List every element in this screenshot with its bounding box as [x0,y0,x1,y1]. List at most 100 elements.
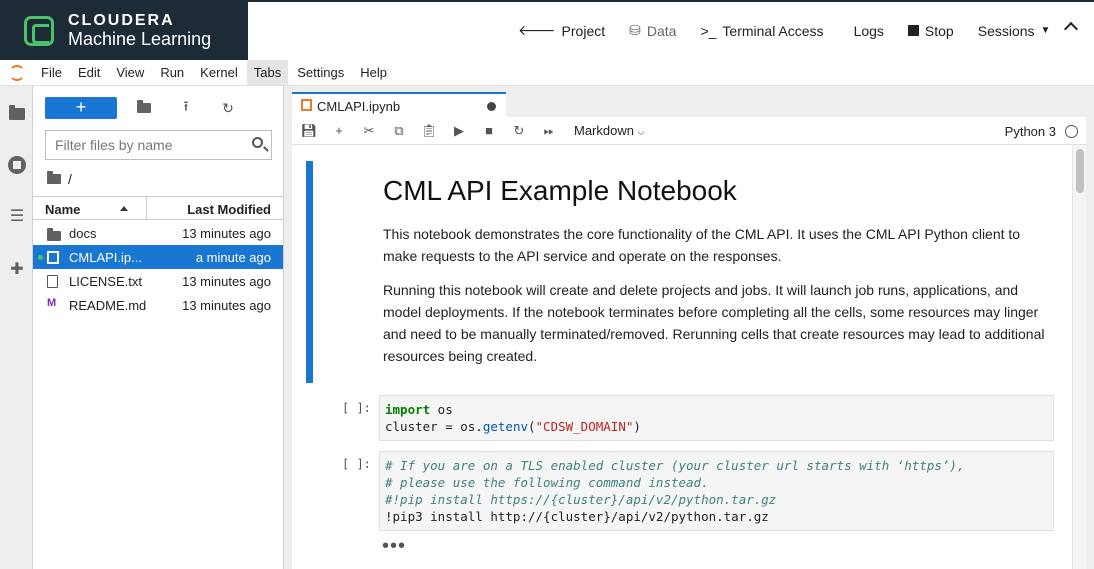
terminal-label: Terminal Access [722,22,824,39]
code-token: #!pip install https://{cluster}/api/v2/p… [385,492,777,507]
project-label: Project [561,22,606,39]
brand-product: Machine Learning [68,28,212,49]
cell-type-select[interactable]: Markdown ⌵ [574,123,644,138]
scrollbar-thumb[interactable] [1076,149,1084,193]
command-palette-icon[interactable]: ☰ [8,208,26,226]
warning-paragraph: Running this notebook will create and de… [383,282,1045,364]
file-name: docs [69,226,97,241]
code-cell-2[interactable]: # If you are on a TLS enabled cluster (y… [379,451,1054,531]
restart-icon[interactable]: ↻ [510,123,528,139]
cloudera-logo-icon [24,16,54,46]
terminal-icon: >_ [700,22,717,39]
notebook-scrollbar[interactable] [1072,145,1086,569]
menu-view[interactable]: View [109,60,151,85]
file-name: README.md [69,298,147,313]
main-area: CMLAPI.ipynb 💾︎ + ✂ ⧉ 📋︎ ▶ ■ ↻ ⏩︎ Markdo… [284,86,1094,569]
file-row-readme[interactable]: M README.md 13 minutes ago [33,293,283,317]
file-row-cmlapi[interactable]: CMLAPI.ip... a minute ago [33,245,283,269]
code-token: getenv [482,419,528,434]
file-name: LICENSE.txt [69,274,142,289]
notebook-icon [301,99,312,111]
column-name[interactable]: Name [45,202,80,217]
logs-label: Logs [853,22,884,39]
upload-icon[interactable]: ⭱ [171,96,201,120]
arrow-left-icon: 🡐 [518,22,556,38]
sort-asc-icon [120,206,128,211]
sessions-label: Sessions [977,22,1035,39]
session-nav: 🡐 Project ⛁ Data >_ Terminal Access Logs St… [518,22,1080,39]
running-indicator [38,255,43,260]
tab-cmlapi-notebook[interactable]: CMLAPI.ipynb [292,92,506,117]
new-launcher-button[interactable]: + [45,97,117,119]
file-row-license[interactable]: LICENSE.txt 13 minutes ago [33,269,283,293]
paste-icon[interactable]: 📋︎ [420,123,438,139]
tab-label: CMLAPI.ipynb [317,99,401,114]
file-list-header: Name Last Modified [33,196,283,220]
insert-cell-icon[interactable]: + [330,123,348,138]
filter-files-input[interactable]: Filter files by name [45,130,272,160]
logs-button[interactable]: Logs [854,22,884,39]
file-name: CMLAPI.ip... [69,250,142,265]
kernel-name[interactable]: Python 3 [1005,124,1056,139]
notebook-toolbar: 💾︎ + ✂ ⧉ 📋︎ ▶ ■ ↻ ⏩︎ Markdown ⌵ Python 3 [292,117,1086,145]
code-cell-1[interactable]: import os cluster = os.getenv("CDSW_DOMA… [379,395,1054,441]
breadcrumb[interactable]: / [47,171,72,187]
menu-edit[interactable]: Edit [71,60,107,85]
menu-file[interactable]: File [34,60,69,85]
code-token: import [385,402,431,417]
file-browser-icon[interactable] [8,104,26,122]
brand[interactable]: CLOUDERA Machine Learning [0,2,248,60]
copy-icon[interactable]: ⧉ [390,123,408,139]
database-icon: ⛁ [629,22,641,38]
data-label: Data [646,22,677,39]
save-icon[interactable]: 💾︎ [300,123,318,139]
column-last-modified[interactable]: Last Modified [187,202,271,217]
fast-forward-icon[interactable]: ⏩︎ [540,123,558,139]
file-modified: 13 minutes ago [182,298,271,313]
cml-top-bar: CLOUDERA Machine Learning 🡐 Project ⛁ Data… [0,0,1094,60]
project-link[interactable]: 🡐 Project [518,22,605,39]
menu-kernel[interactable]: Kernel [193,60,245,85]
search-icon [252,137,263,148]
code-token: os [430,402,453,417]
file-modified: 13 minutes ago [182,226,271,241]
markdown-cell[interactable]: CML API Example Notebook This notebook d… [383,173,1053,379]
caret-down-icon: ▼ [1040,25,1051,36]
cell-type-value: Markdown [574,123,634,138]
code-token: cluster = os. [385,419,483,434]
stop-button[interactable]: Stop [907,22,954,39]
intro-paragraph: This notebook demonstrates the core func… [383,226,1021,264]
running-sessions-icon[interactable] [8,156,26,174]
interrupt-icon[interactable]: ■ [480,123,498,138]
extensions-icon[interactable]: ✚ [8,261,26,279]
code-token: "CDSW_DOMAIN" [535,419,634,434]
sessions-dropdown[interactable]: Sessions ▼ [978,22,1057,39]
collapsed-cells-ellipsis[interactable]: ••• [382,535,406,558]
data-link[interactable]: ⛁ Data [629,22,676,39]
refresh-icon[interactable]: ↻ [213,100,243,117]
cut-icon[interactable]: ✂ [360,123,378,139]
unsaved-dot-icon[interactable] [487,102,496,111]
file-browser: + ⭱ ↻ Filter files by name / Name Last M… [33,86,284,569]
file-row-docs[interactable]: docs 13 minutes ago [33,221,283,245]
chevron-down-icon: ⌵ [637,127,645,137]
cell-prompt: [ ]: [342,401,371,415]
folder-icon [47,171,61,184]
code-token: !pip3 install http://{cluster}/api/v2/py… [385,509,769,524]
notebook-icon [47,251,59,264]
stop-label: Stop [924,22,954,39]
code-token: # please use the following command inste… [385,475,709,490]
stop-icon [907,25,919,36]
terminal-access-button[interactable]: >_ Terminal Access [700,22,823,39]
new-folder-icon[interactable] [129,100,159,116]
breadcrumb-path: / [68,171,72,187]
notebook-heading: CML API Example Notebook [383,175,737,206]
run-icon[interactable]: ▶ [450,123,468,139]
menu-settings[interactable]: Settings [290,60,351,85]
markdown-icon: M [47,297,57,309]
menu-tabs[interactable]: Tabs [246,60,289,85]
menu-help[interactable]: Help [353,60,394,85]
menu-run[interactable]: Run [153,60,191,85]
kernel-status-icon [1065,125,1078,138]
file-modified: a minute ago [195,250,271,265]
